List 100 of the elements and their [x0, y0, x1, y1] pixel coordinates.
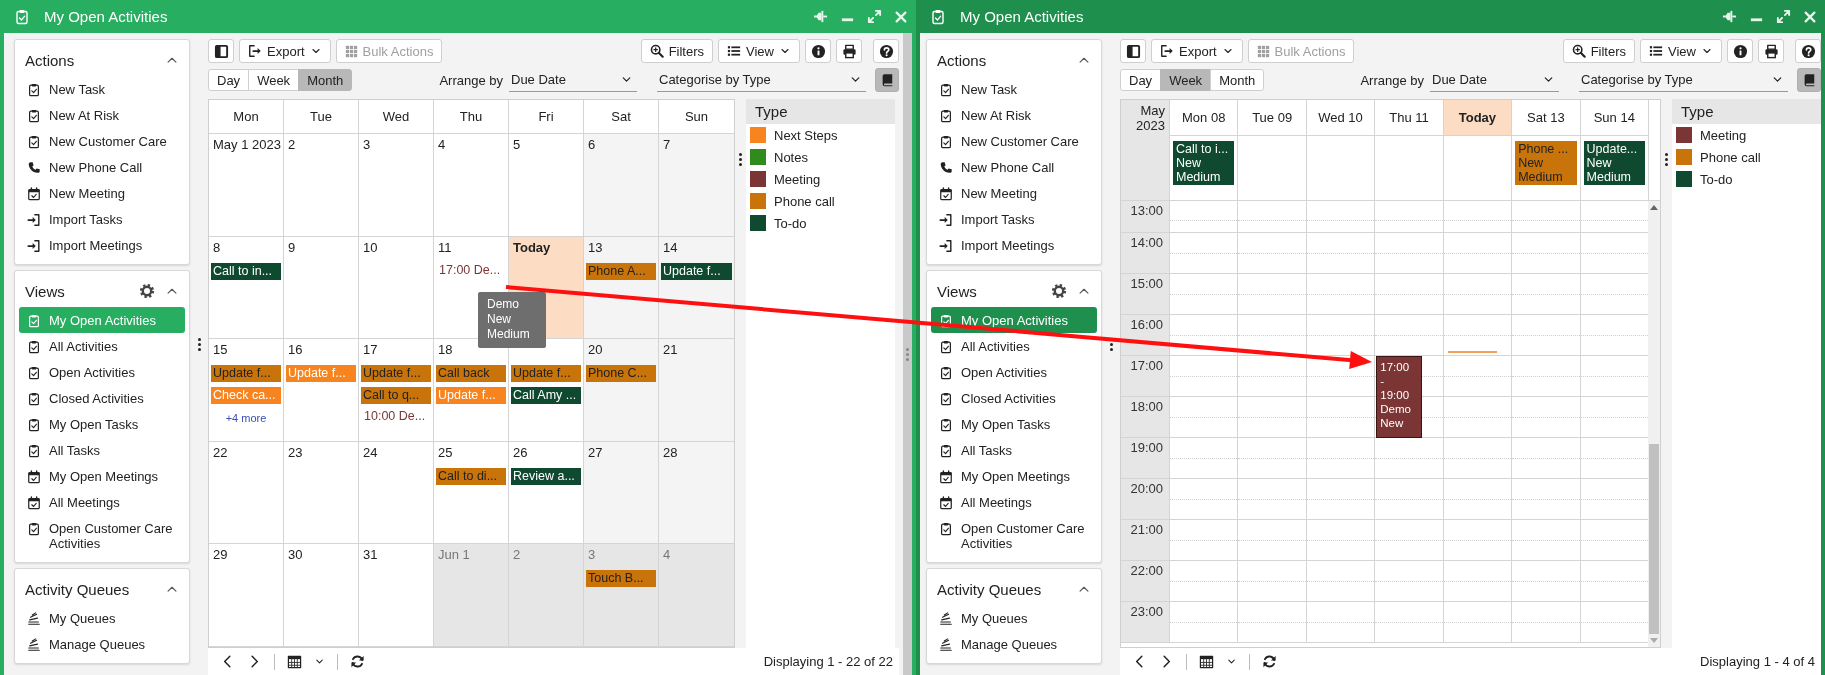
help-button[interactable] [1795, 39, 1821, 63]
day-cell[interactable]: 9 [284, 236, 359, 340]
view-button[interactable]: View [1640, 39, 1722, 63]
legend-toggle-button[interactable] [875, 68, 899, 92]
sidebar-item[interactable]: New Meeting [19, 180, 185, 206]
day-cell[interactable]: 25 Call to di... [434, 441, 509, 545]
splitter-handle[interactable] [904, 346, 911, 362]
sidebar-item[interactable]: Manage Queues [931, 631, 1097, 657]
day-cell[interactable]: 3 Touch B... [584, 544, 659, 647]
all-day-event[interactable]: Update... New Medium [1583, 141, 1645, 185]
event-bar[interactable]: Call to in... [211, 262, 281, 280]
export-button[interactable]: Export [239, 39, 331, 63]
view-tab[interactable]: Week [1160, 69, 1212, 91]
panel-toggle-button[interactable] [1120, 39, 1146, 63]
close-icon[interactable] [894, 9, 908, 24]
day-cell[interactable]: 31 [359, 544, 434, 647]
event-bar[interactable]: Call to q... [361, 387, 431, 405]
sidebar-item[interactable]: Import Meetings [931, 232, 1097, 258]
day-cell[interactable]: 14 Update f... [659, 236, 734, 340]
categorise-dropdown[interactable]: Categorise by Type [1579, 68, 1788, 92]
settings-icon[interactable] [1051, 283, 1067, 299]
view-tab[interactable]: Month [298, 69, 353, 91]
all-day-cell[interactable]: Update... New Medium [1579, 136, 1648, 200]
event-bar[interactable]: Update f... [511, 365, 581, 383]
sidebar-item[interactable]: All Meetings [19, 489, 185, 515]
day-cell[interactable]: 13 Phone A... [584, 236, 659, 340]
sidebar-item[interactable]: All Activities [931, 333, 1097, 359]
arrange-dropdown[interactable]: Due Date [1430, 68, 1559, 92]
caret-icon[interactable] [1226, 656, 1237, 667]
event-bar[interactable]: Call Amy ... [511, 387, 581, 405]
more-link[interactable]: +4 more [225, 412, 267, 425]
sidebar-item[interactable]: My Open Meetings [19, 463, 185, 489]
day-cell[interactable]: 5 [509, 134, 584, 237]
day-cell[interactable]: 8 Call to in... [209, 236, 284, 340]
timed-event[interactable]: 10:00 De... [364, 409, 426, 424]
day-cell[interactable]: 23 [284, 441, 359, 545]
splitter-handle[interactable] [1663, 151, 1670, 167]
day-cell[interactable]: 6 [584, 134, 659, 237]
day-cell[interactable]: 15 Update f... Check ca... +4 more [209, 339, 284, 442]
panel-toggle-button[interactable] [208, 39, 234, 63]
day-cell[interactable]: Jun 1 [434, 544, 509, 647]
scrollbar[interactable] [1648, 201, 1660, 647]
sidebar-item[interactable]: Import Tasks [931, 206, 1097, 232]
sidebar-item[interactable]: Closed Activities [931, 385, 1097, 411]
sidebar-item[interactable]: Import Meetings [19, 232, 185, 258]
sidebar-item[interactable]: New At Risk [931, 102, 1097, 128]
day-cell[interactable]: 22 [209, 441, 284, 545]
maximize-icon[interactable] [1776, 9, 1791, 24]
view-tab[interactable]: Day [1120, 69, 1162, 91]
timed-event[interactable]: 17:00 De... [439, 262, 501, 277]
day-cell[interactable]: 28 [659, 441, 734, 545]
day-cell[interactable]: 30 [284, 544, 359, 647]
sidebar-item[interactable]: My Open Meetings [931, 463, 1097, 489]
event-bar[interactable]: Call to di... [436, 467, 506, 485]
event-bar[interactable]: Phone C... [586, 365, 656, 383]
time-grid[interactable]: 13:00 14:00 15:00 16:00 17:00 18:00 19:00 20:00 21:00 22:00 23:00 17:00 - 19:00 Demo New [1121, 201, 1648, 647]
event-bar[interactable]: Review a... [511, 467, 581, 485]
sidebar-item[interactable]: Open Activities [931, 359, 1097, 385]
event-bar[interactable]: Update f... [361, 365, 431, 383]
sidebar-item[interactable]: My Open Tasks [931, 411, 1097, 437]
sidebar-item[interactable]: New Task [19, 76, 185, 102]
sidebar-item[interactable]: All Tasks [19, 437, 185, 463]
day-cell[interactable]: 4 [659, 544, 734, 647]
view-tab[interactable]: Month [1210, 69, 1265, 91]
refresh-icon[interactable] [1262, 654, 1277, 669]
calendar-icon[interactable] [287, 654, 302, 669]
sidebar-item[interactable]: New Meeting [931, 180, 1097, 206]
day-cell[interactable]: 3 [359, 134, 434, 237]
filters-button[interactable]: Filters [1562, 39, 1636, 63]
view-tab[interactable]: Day [208, 69, 250, 91]
settings-icon[interactable] [139, 283, 155, 299]
day-cell[interactable]: 2 [509, 544, 584, 647]
sidebar-item[interactable]: Manage Queues [19, 631, 185, 657]
maximize-icon[interactable] [867, 9, 882, 24]
day-cell[interactable]: 20 Phone C... [584, 339, 659, 442]
day-cell[interactable]: 29 [209, 544, 284, 647]
all-day-event[interactable]: Call to i... New Medium [1173, 141, 1235, 185]
sidebar-item[interactable]: New Phone Call [19, 154, 185, 180]
timed-event[interactable]: 17:00 - 19:00 Demo New [1376, 356, 1423, 438]
sidebar-item[interactable]: Open Activities [19, 359, 185, 385]
day-cell[interactable]: May 1 2023 [209, 134, 284, 237]
event-bar[interactable]: Phone A... [586, 262, 656, 280]
day-cell[interactable]: 2 [284, 134, 359, 237]
event-bar[interactable]: Call back [436, 365, 506, 383]
sidebar-item[interactable]: My Queues [931, 605, 1097, 631]
sidebar-item[interactable]: All Tasks [931, 437, 1097, 463]
day-cell[interactable]: 7 [659, 134, 734, 237]
all-day-cell[interactable]: Call to i... New Medium [1169, 136, 1238, 200]
arrange-dropdown[interactable]: Due Date [509, 68, 637, 92]
event-bar[interactable]: Touch B... [586, 570, 656, 588]
sidebar-item[interactable]: My Queues [19, 605, 185, 631]
info-button[interactable] [1727, 39, 1753, 63]
sidebar-item[interactable]: Open Customer Care Activities [931, 515, 1097, 556]
sidebar-item[interactable]: Open Customer Care Activities [19, 515, 185, 556]
sidebar-item[interactable]: New Customer Care [931, 128, 1097, 154]
close-icon[interactable] [1803, 9, 1817, 24]
day-cell[interactable]: Update f... Call Amy ... [509, 339, 584, 442]
day-cell[interactable]: 27 [584, 441, 659, 545]
sidebar-item[interactable]: New Customer Care [19, 128, 185, 154]
day-cell[interactable]: 4 [434, 134, 509, 237]
